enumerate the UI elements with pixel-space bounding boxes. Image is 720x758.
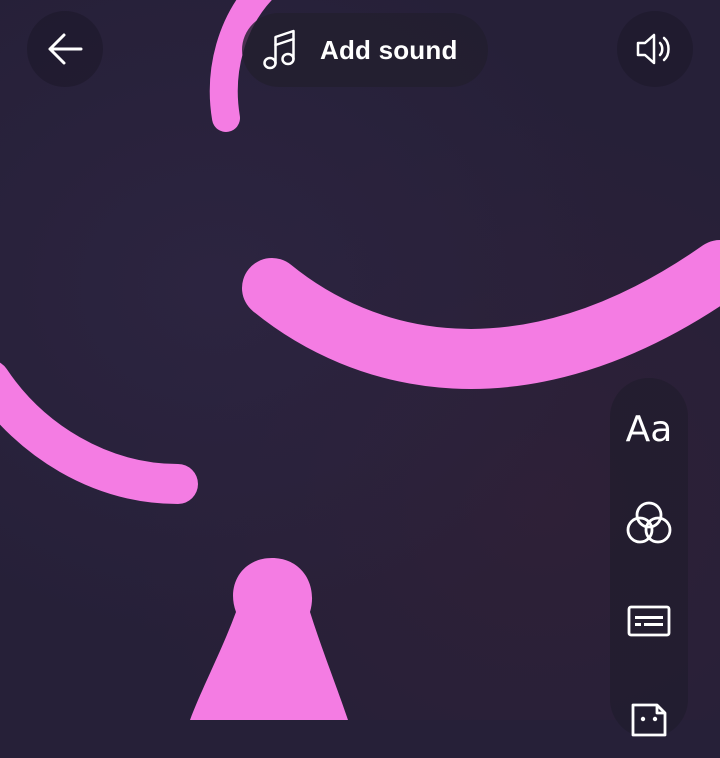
speaker-icon <box>636 33 670 65</box>
brush-stroke-left <box>0 362 198 504</box>
music-note-icon <box>263 29 295 70</box>
overlapping-circles-icon <box>626 501 672 544</box>
back-button[interactable] <box>27 11 103 87</box>
sticker-button[interactable] <box>610 680 688 758</box>
text-tool-label: Aa <box>625 408 673 450</box>
captions-icon <box>627 605 671 637</box>
brush-stroke-arc <box>242 240 720 389</box>
captions-button[interactable] <box>610 582 688 660</box>
brush-shape-bottom <box>190 558 348 720</box>
editing-toolbar: Aa <box>610 378 688 738</box>
sticker-icon <box>631 703 667 737</box>
text-tool-button[interactable]: Aa <box>610 390 688 468</box>
arrow-left-icon <box>48 33 83 65</box>
filters-button[interactable] <box>610 484 688 562</box>
add-sound-label: Add sound <box>320 34 458 65</box>
volume-button[interactable] <box>617 11 693 87</box>
add-sound-button[interactable]: Add sound <box>242 13 488 87</box>
